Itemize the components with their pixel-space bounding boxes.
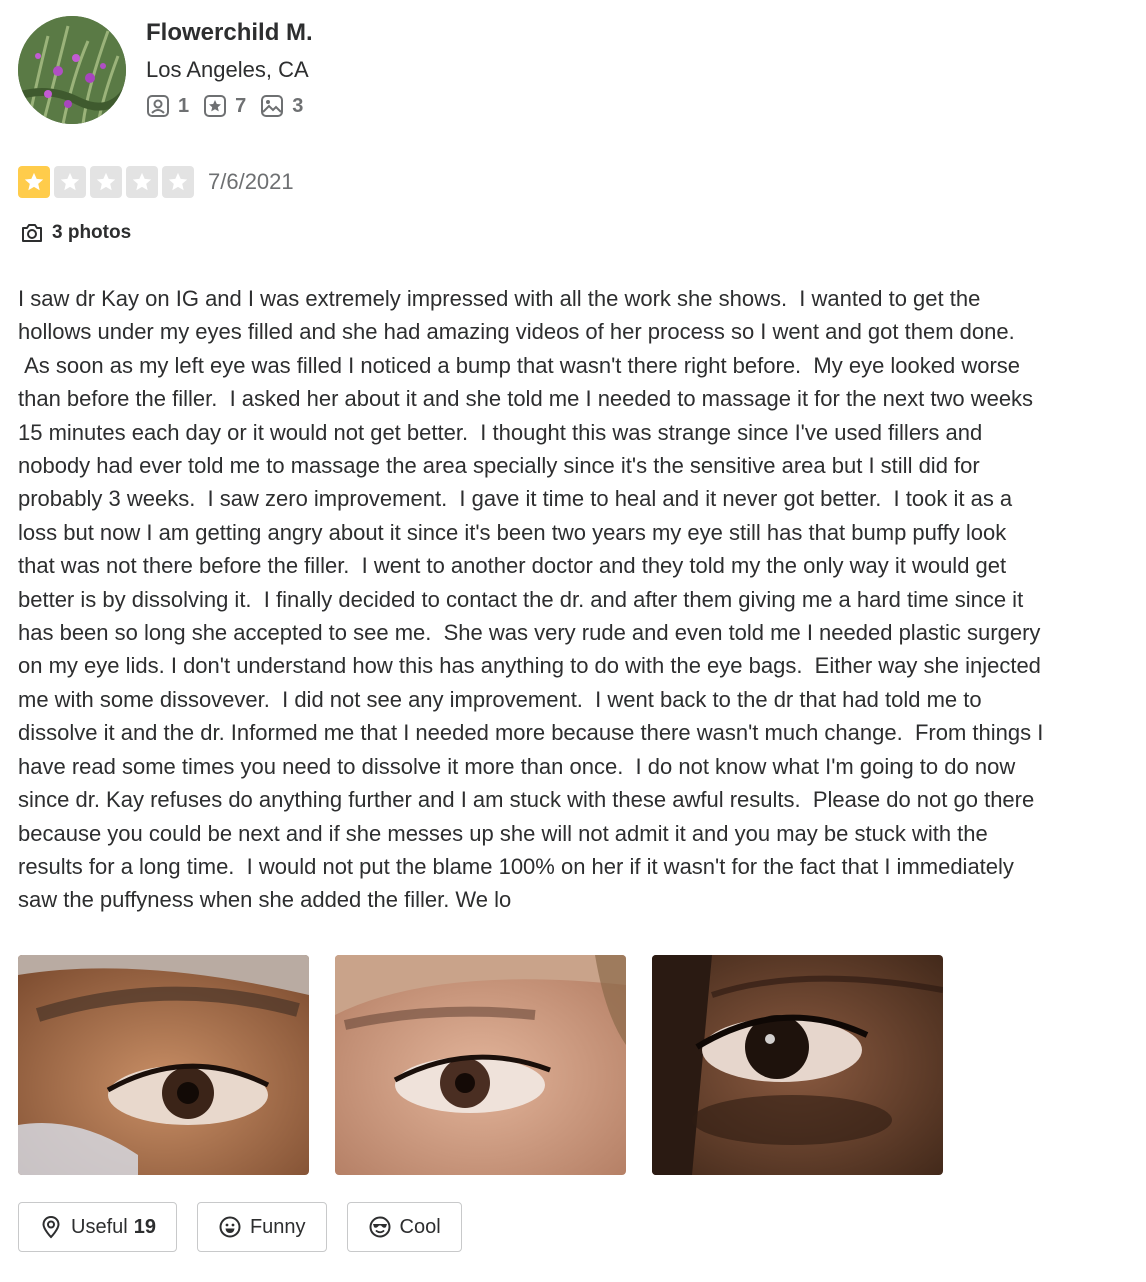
user-name[interactable]: Flowerchild M.	[146, 18, 313, 48]
sunglasses-smiley-icon	[369, 1216, 391, 1238]
funny-label: Funny	[249, 1215, 306, 1238]
reviews-stat: 7	[203, 94, 246, 118]
photos-link[interactable]: 3 photos	[20, 221, 131, 245]
friends-count: 1	[178, 94, 190, 117]
cool-label: Cool	[399, 1215, 441, 1238]
review-photos	[18, 955, 969, 1175]
photos-count: 3	[292, 94, 304, 117]
avatar-image	[18, 16, 126, 124]
star-icon	[60, 172, 80, 191]
friends-icon	[147, 95, 169, 117]
review-text: I saw dr Kay on IG and I was extremely i…	[18, 286, 1044, 913]
photos-link-label: 3 photos	[52, 222, 132, 243]
star-2	[54, 166, 86, 198]
user-avatar[interactable]	[18, 16, 126, 124]
user-location: Los Angeles, CA	[146, 57, 309, 82]
star-review-icon	[204, 95, 227, 117]
eye-photo-3	[652, 955, 943, 1175]
star-icon	[168, 172, 188, 191]
photo-icon	[261, 95, 284, 117]
review-date: 7/6/2021	[208, 169, 294, 194]
smiley-icon	[219, 1216, 241, 1238]
star-rating: 7/6/2021	[18, 166, 294, 198]
review-photo[interactable]	[652, 955, 943, 1175]
star-icon	[24, 172, 44, 191]
cool-button[interactable]: Cool	[346, 1202, 462, 1252]
star-5	[162, 166, 194, 198]
star-icon	[132, 172, 152, 191]
funny-button[interactable]: Funny	[196, 1202, 327, 1252]
user-stats: 1 7 3	[146, 94, 317, 118]
star-3	[90, 166, 122, 198]
camera-icon	[22, 224, 42, 242]
star-1	[18, 166, 50, 198]
reviews-count: 7	[235, 94, 247, 117]
friends-stat: 1	[146, 94, 189, 118]
useful-button[interactable]: Useful 19	[18, 1202, 177, 1252]
review-photo[interactable]	[18, 955, 309, 1175]
star-icon	[96, 172, 116, 191]
review-photo[interactable]	[335, 955, 626, 1175]
lightbulb-pin-icon	[42, 1215, 60, 1239]
useful-count: 19	[133, 1215, 156, 1238]
star-4	[126, 166, 158, 198]
eye-photo-2	[335, 955, 626, 1175]
eye-photo-1	[18, 955, 309, 1175]
useful-label: Useful	[71, 1215, 128, 1238]
photos-stat: 3	[260, 94, 303, 118]
reaction-buttons: Useful 19 Funny Cool	[18, 1202, 482, 1252]
